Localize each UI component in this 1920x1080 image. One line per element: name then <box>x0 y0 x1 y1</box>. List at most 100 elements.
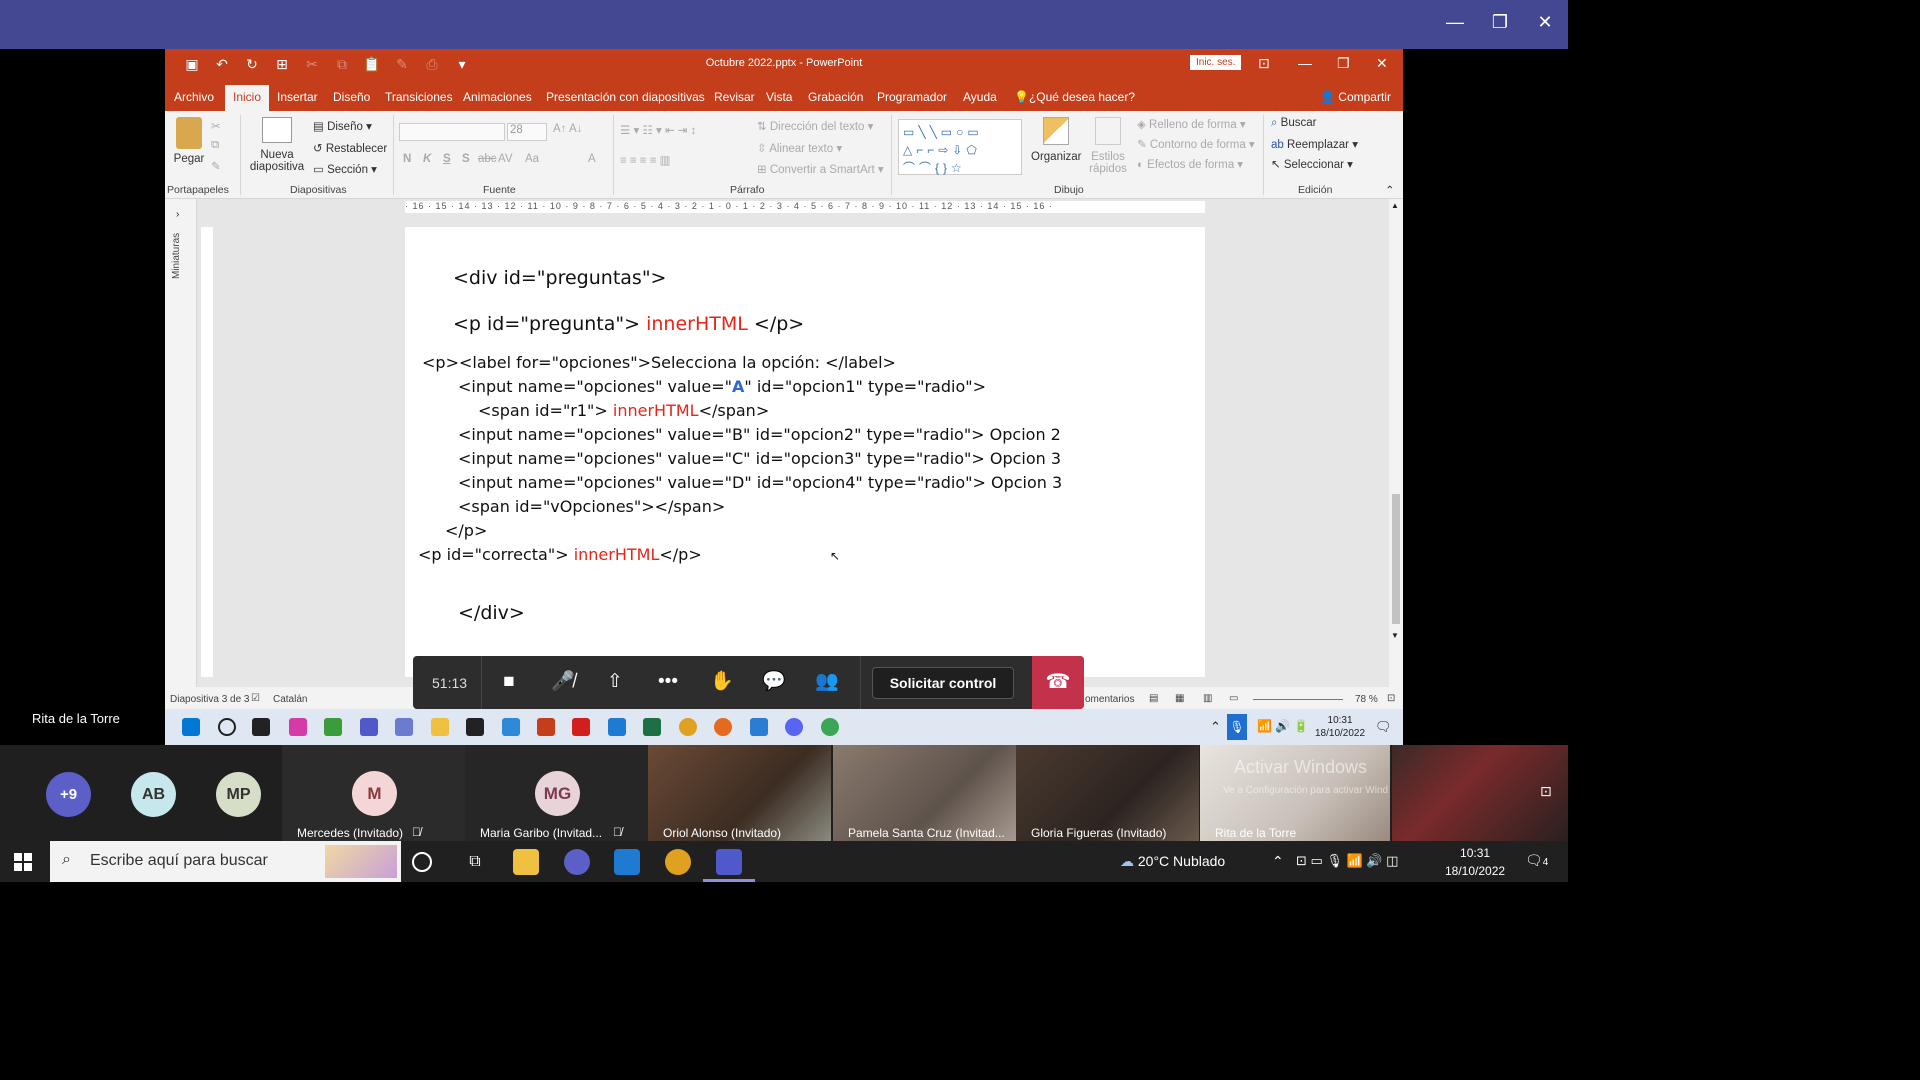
vscode-icon[interactable] <box>608 718 626 736</box>
ppt-minimize-button[interactable]: — <box>1298 55 1312 71</box>
tile-self-video[interactable]: ⊡ <box>1392 745 1568 841</box>
select-button[interactable]: ↖ Seleccionar ▾ <box>1271 157 1353 171</box>
bold-button[interactable]: N <box>403 153 411 165</box>
view-normal-icon[interactable]: ▤ <box>1149 693 1158 704</box>
more-options-icon[interactable]: ••• <box>653 669 683 695</box>
powerpoint-icon[interactable] <box>537 718 555 736</box>
minimize-button[interactable]: — <box>1440 12 1470 33</box>
task-view-icon[interactable] <box>252 718 270 736</box>
paste-button[interactable]: Pegar <box>173 117 205 165</box>
cut-icon[interactable]: ✂ <box>211 119 221 133</box>
tab-revisar[interactable]: Revisar <box>714 90 755 104</box>
tile-oriol-video[interactable]: Oriol Alonso (Invitado) <box>648 745 831 841</box>
windows-start-button[interactable] <box>14 853 32 871</box>
tab-vista[interactable]: Vista <box>766 90 792 104</box>
remote-clock[interactable]: 10:31 18/10/2022 <box>1315 714 1365 740</box>
maximize-button[interactable]: ❐ <box>1485 12 1515 33</box>
ppt-close-button[interactable]: ✕ <box>1376 55 1388 72</box>
new-slide-button[interactable]: Nueva diapositiva <box>247 117 307 173</box>
avatar-mp[interactable]: MP <box>216 772 261 817</box>
zoom-slider[interactable] <box>1253 699 1343 700</box>
ppt-restore-button[interactable]: ❐ <box>1337 55 1350 72</box>
spacing-button[interactable]: AV <box>498 153 513 165</box>
bullets-icon[interactable]: ☰ ▾ ☷ ▾ ⇤ ⇥ ↕ <box>620 123 696 137</box>
tab-programador[interactable]: Programador <box>877 90 947 104</box>
tab-grabacion[interactable]: Grabación <box>808 90 863 104</box>
shape-outline-button[interactable]: ✎ Contorno de forma ▾ <box>1137 137 1255 151</box>
tile-gloria-video[interactable]: Gloria Figueras (Invitado) <box>1016 745 1199 841</box>
font-size-select[interactable]: 28 <box>507 123 547 141</box>
tell-me-search[interactable]: 💡¿Qué desea hacer? <box>1014 90 1135 104</box>
tile-mercedes[interactable]: M Mercedes (Invitado) 🎙̸ <box>282 745 465 841</box>
close-button[interactable]: ✕ <box>1530 12 1560 33</box>
italic-button[interactable]: K <box>423 153 431 165</box>
format-painter-icon[interactable]: ✎ <box>211 159 221 173</box>
tab-archivo[interactable]: Archivo <box>174 90 214 104</box>
tray-icons[interactable]: ⊡ ▭ 🎙 📶 🔊 ◫ <box>1296 853 1398 869</box>
tab-animaciones[interactable]: Animaciones <box>463 90 532 104</box>
more-participants-button[interactable]: +9 <box>46 772 91 817</box>
chat-icon[interactable]: 💬 <box>759 669 789 695</box>
tab-ayuda[interactable]: Ayuda <box>963 90 997 104</box>
collapse-ribbon-icon[interactable]: ⌃ <box>1385 183 1395 197</box>
teams-icon[interactable] <box>716 849 742 875</box>
app-icon-1[interactable] <box>289 718 307 736</box>
app-icon-3[interactable] <box>395 718 413 736</box>
share-screen-icon[interactable]: ⇧ <box>600 669 630 695</box>
scroll-up-icon[interactable]: ▲ <box>1391 201 1399 210</box>
explorer-icon[interactable] <box>431 718 449 736</box>
fit-slide-icon[interactable]: ⊡ <box>1387 693 1395 704</box>
firefox-icon[interactable] <box>714 718 732 736</box>
file-explorer-icon[interactable] <box>513 849 539 875</box>
grow-font-icon[interactable]: A↑ A↓ <box>553 123 582 135</box>
participants-icon[interactable]: 👥 <box>812 669 842 695</box>
text-direction-button[interactable]: ⇅ Dirección del texto ▾ <box>757 119 873 133</box>
chrome-alt-icon[interactable] <box>821 718 839 736</box>
scroll-thumb[interactable] <box>1392 494 1400 624</box>
comments-button[interactable]: omentarios <box>1085 694 1134 705</box>
notes-icon[interactable] <box>466 718 484 736</box>
font-family-select[interactable] <box>399 123 505 141</box>
notepad-icon[interactable] <box>502 718 520 736</box>
expand-icon[interactable]: ⊡ <box>1540 783 1552 800</box>
find-button[interactable]: ⌕ Buscar <box>1271 117 1316 130</box>
camera-icon[interactable]: ■ <box>494 669 524 695</box>
tab-presentacion[interactable]: Presentación con diapositivas <box>546 90 705 104</box>
tab-insertar[interactable]: Insertar <box>277 90 318 104</box>
tab-inicio[interactable]: Inicio <box>225 85 270 113</box>
sign-in-button[interactable]: Inic. ses. <box>1190 55 1242 70</box>
strike-button[interactable]: abc <box>478 153 497 165</box>
ribbon-display-icon[interactable]: ⊡ <box>1258 55 1270 72</box>
hang-up-button[interactable]: ☎ <box>1032 656 1084 709</box>
layout-button[interactable]: ▤ Diseño ▾ <box>313 119 372 133</box>
tile-rita-video[interactable]: Rita de la Torre Activar Windows Ve a Co… <box>1200 745 1390 841</box>
align-text-button[interactable]: ⇳ Alinear texto ▾ <box>757 141 842 155</box>
task-view-icon[interactable]: ⧉ <box>462 849 488 875</box>
notifications-button[interactable]: 🗨4 <box>1525 852 1548 869</box>
windows-start-icon[interactable] <box>182 718 200 736</box>
tray-icons[interactable]: 📶 🔊 🔋 <box>1257 719 1309 733</box>
smartart-button[interactable]: ⊞ Convertir a SmartArt ▾ <box>757 162 884 176</box>
shadow-button[interactable]: S <box>462 153 470 165</box>
system-clock[interactable]: 10:31 18/10/2022 <box>1445 844 1505 880</box>
mic-tray-icon[interactable]: 🎙 <box>1227 714 1247 740</box>
font-color-button[interactable]: A <box>588 153 596 165</box>
taskbar-search-box[interactable]: ⌕ Escribe aquí para buscar <box>50 841 401 882</box>
acrobat-icon[interactable] <box>572 718 590 736</box>
cortana-icon[interactable] <box>412 852 432 872</box>
weather-widget[interactable]: ☁ 20°C Nublado <box>1120 853 1225 870</box>
mic-muted-icon[interactable]: 🎤̸ <box>548 669 578 695</box>
tray-chevron-icon[interactable]: ⌃ <box>1210 719 1221 735</box>
slide-canvas[interactable]: <div id="preguntas"> <p id="pregunta"> i… <box>405 227 1205 677</box>
vertical-scrollbar[interactable]: ▲ ▼ <box>1389 199 1403 687</box>
section-button[interactable]: ▭ Sección ▾ <box>313 162 377 176</box>
arrange-button[interactable]: Organizar <box>1031 117 1082 163</box>
replace-button[interactable]: ab Reemplazar ▾ <box>1271 137 1358 151</box>
tile-pamela-video[interactable]: Pamela Santa Cruz (Invitad... <box>833 745 1016 841</box>
view-reading-icon[interactable]: ▥ <box>1203 693 1212 704</box>
language-label[interactable]: Catalán <box>273 694 307 705</box>
zoom-level[interactable]: 78 % <box>1355 694 1378 705</box>
underline-button[interactable]: S <box>443 153 451 165</box>
copy-icon[interactable]: ⧉ <box>211 139 219 152</box>
expand-thumbnails-icon[interactable]: › <box>176 209 179 220</box>
